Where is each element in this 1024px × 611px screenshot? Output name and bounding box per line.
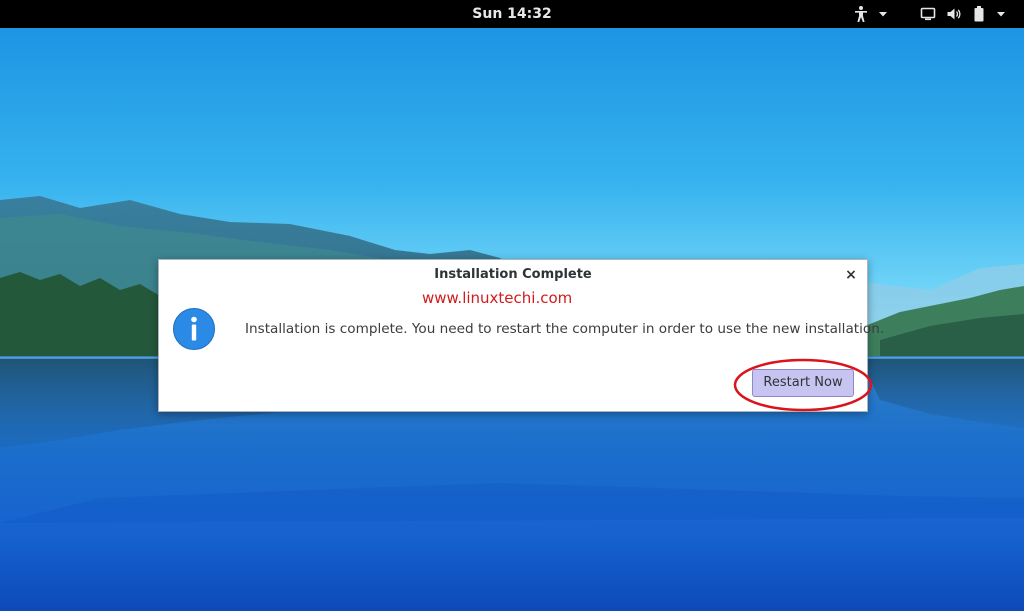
desktop-screen: Sun 14:32 Installation Complete × www.li…: [0, 0, 1024, 611]
dialog-title: Installation Complete: [434, 267, 592, 282]
system-menu[interactable]: [920, 0, 1006, 28]
restart-now-button[interactable]: Restart Now: [752, 369, 854, 397]
close-button[interactable]: ×: [842, 266, 860, 284]
accessibility-icon: [852, 5, 870, 23]
installation-complete-dialog: Installation Complete × www.linuxtechi.c…: [158, 259, 884, 412]
watermark-text: www.linuxtechi.com: [422, 289, 573, 307]
chevron-down-icon: [996, 9, 1006, 19]
volume-icon: [946, 6, 962, 22]
top-bar: Sun 14:32: [0, 0, 1024, 28]
info-icon: [173, 308, 215, 350]
chevron-down-icon: [878, 9, 888, 19]
dialog-message: Installation is complete. You need to re…: [245, 321, 885, 337]
battery-icon: [973, 5, 985, 23]
display-icon: [920, 6, 936, 22]
accessibility-menu[interactable]: [852, 0, 888, 28]
